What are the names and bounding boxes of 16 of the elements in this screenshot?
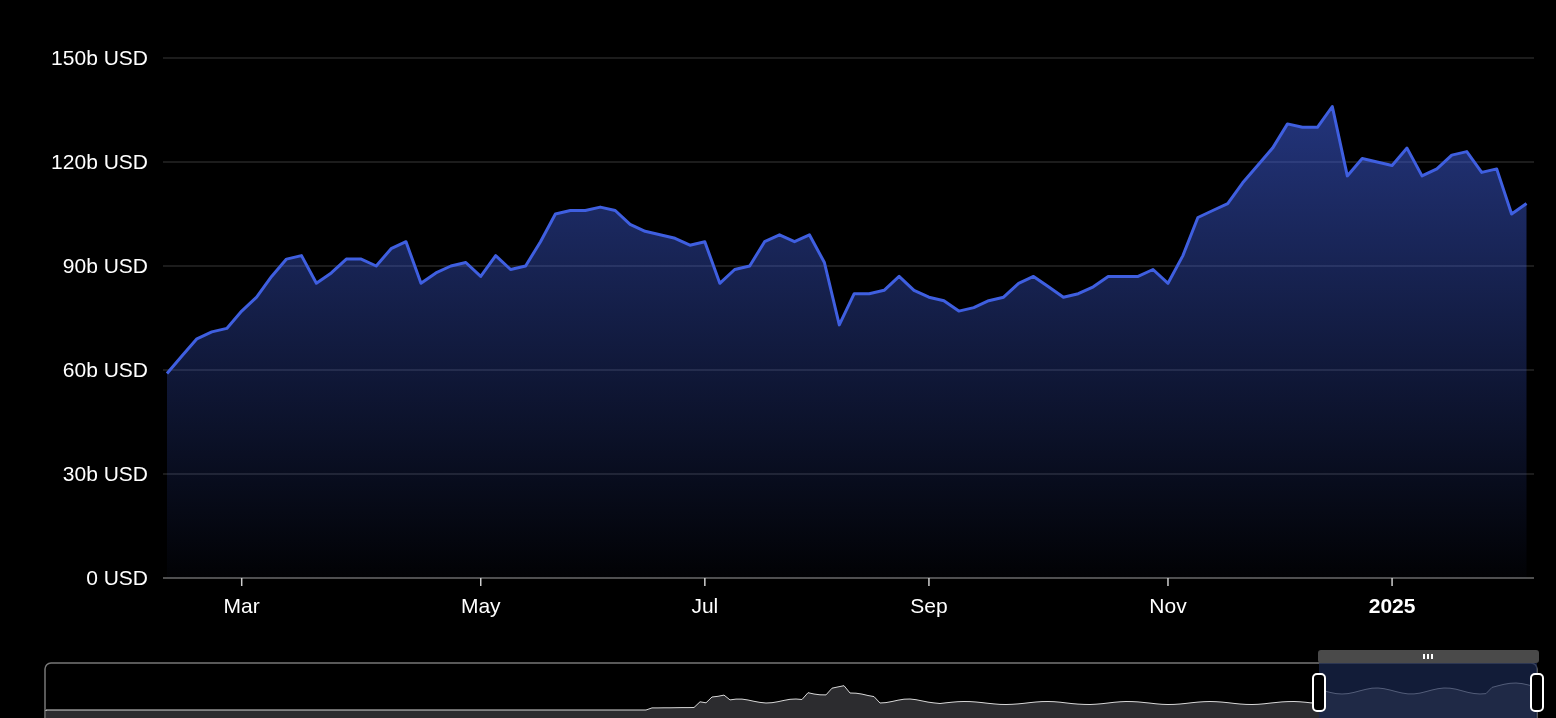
y-axis-label: 120b USD [51,150,148,173]
range-handle[interactable] [1312,673,1326,712]
x-axis-label: Nov [1149,594,1187,617]
x-axis-label: Mar [223,594,260,617]
x-axis-label: May [460,594,501,617]
x-axis-label: Jul [691,594,719,617]
y-axis-label: 150b USD [51,46,148,69]
grip-icon [1423,654,1433,659]
y-axis-label: 60b USD [62,358,148,381]
y-axis-label: 0 USD [86,566,148,589]
range-grip[interactable] [1318,650,1539,663]
x-axis-label: 2025 [1368,594,1416,617]
range-handle[interactable] [1530,673,1544,712]
y-axis-label: 90b USD [62,254,148,277]
x-axis-label: Sep [910,594,948,617]
y-axis-label: 30b USD [62,462,148,485]
